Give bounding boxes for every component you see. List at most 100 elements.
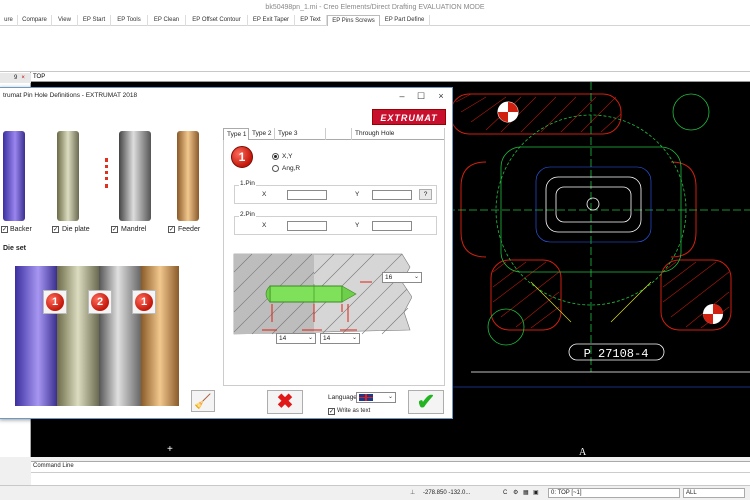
ang-r-radio[interactable] [272,165,279,172]
pin-1-title: 1.Pin [239,180,256,187]
minimize-icon[interactable]: – [392,89,412,103]
backer-checkbox[interactable]: ✓ [1,226,8,233]
filter-select[interactable]: ALL [683,488,745,498]
ok-button[interactable]: ✔ [408,390,444,414]
close-icon[interactable]: × [431,89,451,103]
tab-view[interactable]: View [52,15,78,26]
die-set-die-plate [57,266,99,406]
pin-2-x-input[interactable] [287,221,327,231]
xy-radio-label: X,Y [282,153,293,160]
die-set-label: Die set [3,245,26,252]
language-label: Language [328,394,357,401]
pin-2-y-input[interactable] [372,221,412,231]
cad-hatch-top [455,93,622,133]
pin-2-y-label: Y [355,222,360,229]
cad-marker-a: A [579,447,587,457]
feeder-label: Feeder [178,226,201,233]
uk-flag-icon [359,394,373,401]
cad-red-pocket-bl [490,259,562,331]
depth-2-select[interactable]: 14 ⌄ [320,333,360,344]
tab-ep-exit-taper[interactable]: EP Exit Taper [248,15,295,26]
red-x-icon: ✖ [276,391,294,413]
mandrel-pins-icon [105,158,119,188]
pin-1-x-input[interactable] [287,190,327,200]
pin-body [269,285,343,303]
cad-cursor-cross: + [167,444,173,455]
lock-icon[interactable]: ▣ [533,489,539,498]
write-as-text-checkbox[interactable]: ✓ [328,408,335,415]
depth-1-select[interactable]: 14 ⌄ [276,333,316,344]
ang-r-radio-label: Ang,R [282,165,301,172]
close-icon[interactable]: × [21,75,25,81]
pin-2-title: 2.Pin [239,211,256,218]
feeder-image [177,131,199,221]
language-select[interactable]: ⌄ [356,392,396,403]
constraint-icon[interactable]: C [503,489,507,498]
tab-through-hole[interactable]: Through Hole [352,128,445,140]
die-set-feeder [141,266,179,406]
left-panel-header: 9 × [0,73,31,83]
die-set-mandrel [99,266,141,406]
tab-ep-text[interactable]: EP Text [295,15,327,26]
cad-green-bolt-circle [487,308,525,346]
feeder-checkbox[interactable]: ✓ [168,226,175,233]
clear-button[interactable]: 🧹 [191,390,215,412]
ribbon-tab-bar: ure Compare View EP Start EP Tools EP Cl… [0,15,750,27]
tab-ep-start[interactable]: EP Start [78,15,111,26]
status-bar: ⊥ -278.850 -132.0... C ⚙ ▦ ▣ 0: TOP [~1]… [0,485,750,500]
tab-structure[interactable]: ure [0,15,18,26]
cad-drawing-label: P 27108-4 [584,347,649,361]
cad-red-slot-top [450,93,622,135]
settings-icon[interactable]: ⚙ [513,489,518,498]
cancel-button[interactable]: ✖ [267,390,303,414]
tab-empty[interactable] [326,128,352,140]
die-plate-checkbox[interactable]: ✓ [52,226,59,233]
brand-logo: EXTRUMAT [372,109,446,125]
maximize-icon[interactable]: ☐ [411,89,431,103]
grid-icon[interactable]: ▦ [523,489,529,498]
pin-1-y-input[interactable] [372,190,412,200]
die-set-backer [15,266,57,406]
mandrel-checkbox[interactable]: ✓ [111,226,118,233]
tab-ep-clean[interactable]: EP Clean [148,15,186,26]
pin-1-x-label: X [262,191,267,198]
tab-type-3[interactable]: Type 3 [275,128,326,140]
cad-target-marker-1 [497,101,519,123]
tab-type-2[interactable]: Type 2 [249,128,275,140]
pin-diameter-select[interactable]: 16 ⌄ [382,272,422,283]
backer-image [3,131,25,221]
dialog-title: trumat Pin Hole Definitions - EXTRUMAT 2… [3,92,138,99]
die-plate-type-badge[interactable]: 1 [43,290,67,314]
backer-label: Backer [10,226,32,233]
broom-icon: 🧹 [194,393,212,409]
cad-inner-slot-2 [555,186,632,223]
view-select[interactable]: 0: TOP [~1] [548,488,680,498]
type-badge: 1 [231,146,253,168]
left-panel-value: 9 [14,75,18,81]
pin-illustration [233,253,412,335]
cad-red-arc-left [460,161,487,258]
tab-ep-tools[interactable]: EP Tools [111,15,148,26]
command-line-panel: Command Line [31,461,750,485]
feeder-type-badge[interactable]: 1 [132,290,156,314]
pin-2-x-label: X [262,222,267,229]
cad-target-marker-2 [703,304,723,324]
pin-1-group: 1.Pin X Y ? [234,180,437,204]
type-tabs: Type 1 Type 2 Type 3 Through Hole [223,128,445,141]
cad-inner-slot [545,176,642,233]
cad-green-bolt-circle-2 [672,93,710,131]
die-plate-image [57,131,79,221]
tab-ep-part-define[interactable]: EP Part Define [380,15,430,26]
command-line-input[interactable] [31,472,750,484]
pin-1-y-label: Y [355,191,360,198]
tab-compare[interactable]: Compare [18,15,52,26]
mandrel-type-badge[interactable]: 2 [88,290,112,314]
window-title: bk50498pn_1.mi - Creo Elements/Direct Dr… [0,0,750,15]
pin-1-help-button[interactable]: ? [419,189,432,200]
xy-radio[interactable] [272,153,279,160]
tab-ep-offset-contour[interactable]: EP Offset Contour [186,15,248,26]
ribbon-body [0,26,750,72]
snap-icon[interactable]: ⊥ [410,489,415,498]
type-1-panel: 1 X,Y Ang,R 1.Pin X Y ? 2.Pin X Y 16 ⌄ 1… [223,140,445,386]
command-line-label: Command Line [33,463,74,469]
